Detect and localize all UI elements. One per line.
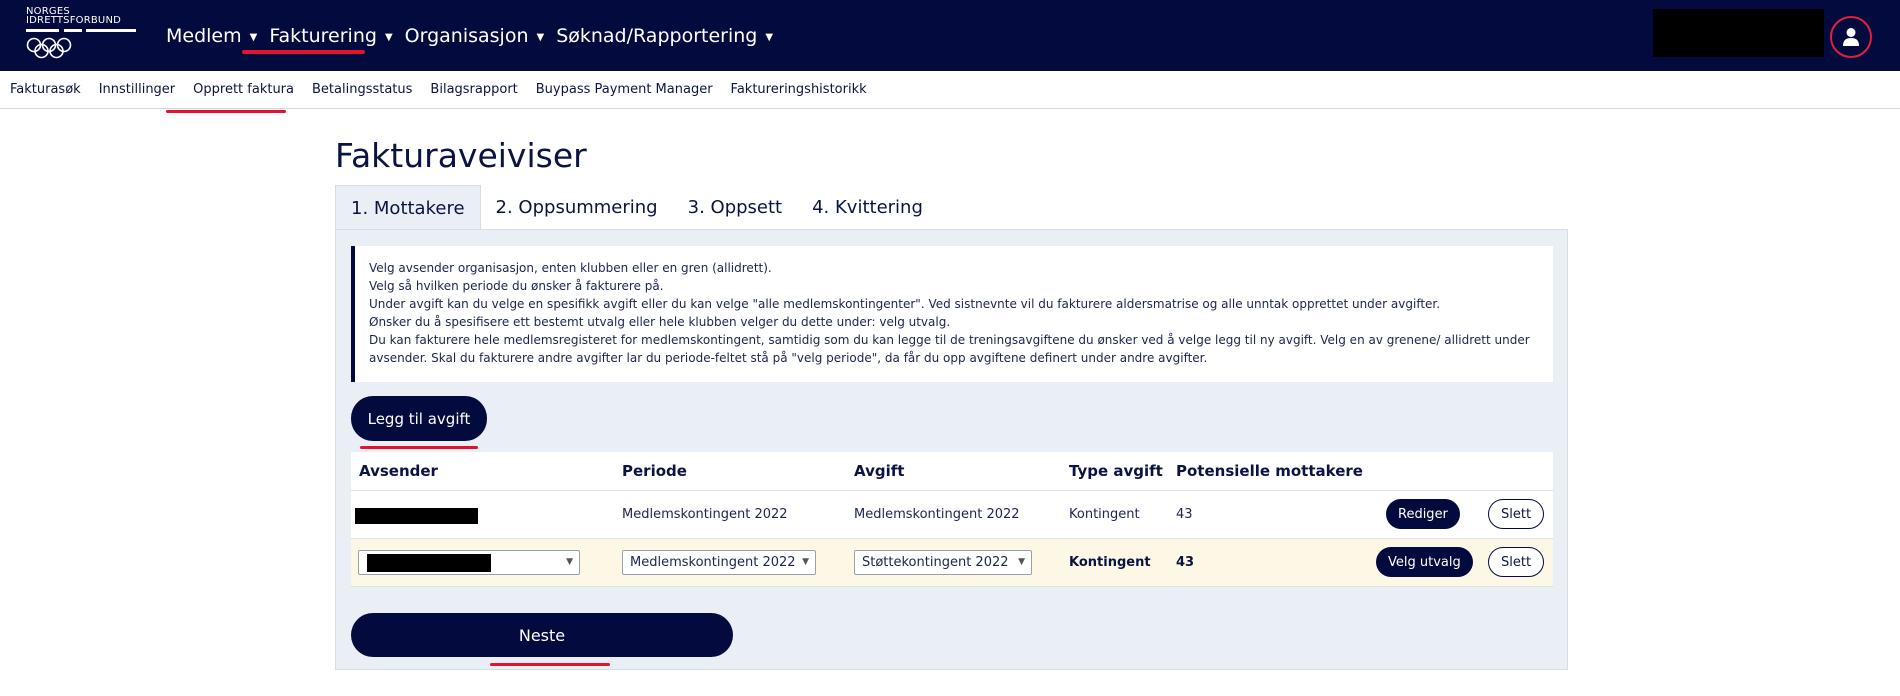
col-avgift: Avgift [854, 462, 905, 480]
logo-line-2: IDRETTSFORBUND [26, 15, 122, 26]
table-row: Medlemskontingent 2022 Medlemskontingent… [351, 491, 1553, 539]
annotation-underline-opprett-faktura [166, 110, 286, 113]
info-line: Du kan fakturere hele medlemsregisteret … [369, 333, 1530, 347]
wizard-panel: Velg avsender organisasjon, enten klubbe… [335, 229, 1568, 670]
caret-down-icon: ▼ [384, 31, 393, 43]
redacted-avsender-value [367, 554, 491, 572]
page-title: Fakturaveiviser [335, 136, 587, 175]
caret-down-icon: ▼ [249, 31, 258, 43]
avgift-select[interactable]: Støttekontingent 2022 ▼ [854, 550, 1032, 575]
subnav-betalingsstatus[interactable]: Betalingsstatus [312, 82, 412, 97]
table-row: F ▼ Medlemskontingent 2022 ▼ Støttekonti… [351, 539, 1553, 587]
subnav-fakturasok[interactable]: Fakturasøk [10, 82, 81, 97]
sub-nav: Fakturasøk Innstillinger Opprett faktura… [0, 71, 1900, 109]
tab-oppsummering[interactable]: 2. Oppsummering [481, 185, 673, 230]
select-selection-button[interactable]: Velg utvalg [1376, 547, 1473, 577]
row2-type: Kontingent [1069, 555, 1151, 570]
user-avatar-button[interactable] [1830, 16, 1872, 58]
chevron-down-icon: ▼ [802, 557, 809, 567]
col-periode: Periode [622, 462, 687, 480]
redacted-avsender [355, 508, 478, 524]
col-potensielle-mottakere: Potensielle mottakere [1176, 462, 1363, 480]
info-line: Under avgift kan du velge en spesifikk a… [369, 297, 1441, 311]
nav-soknad-label: Søknad/Rapportering [556, 24, 758, 47]
nav-soknad-rapportering[interactable]: Søknad/Rapportering ▼ [556, 0, 773, 71]
nav-medlem-label: Medlem [166, 24, 242, 47]
tab-oppsett[interactable]: 3. Oppsett [673, 185, 797, 230]
wizard-tabs: 1. Mottakere 2. Oppsummering 3. Oppsett … [335, 185, 938, 230]
periode-select[interactable]: Medlemskontingent 2022 ▼ [622, 550, 816, 575]
fee-table: Avsender Periode Avgift Type avgift Pote… [351, 452, 1553, 587]
annotation-underline-next [490, 663, 610, 666]
info-line: avsender. Skal du fakturere andre avgift… [369, 351, 1208, 365]
annotation-underline-add-fee [360, 446, 478, 449]
olympic-rings-icon [26, 37, 72, 59]
tab-mottakere[interactable]: 1. Mottakere [335, 185, 481, 230]
subnav-innstillinger[interactable]: Innstillinger [99, 82, 175, 97]
info-line: Ønsker du å spesifisere ett bestemt utva… [369, 315, 951, 329]
annotation-underline-fakturering [242, 50, 365, 54]
caret-down-icon: ▼ [536, 31, 545, 43]
info-box: Velg avsender organisasjon, enten klubbe… [351, 246, 1553, 382]
periode-select-value: Medlemskontingent 2022 [630, 555, 796, 570]
edit-button[interactable]: Rediger [1386, 499, 1460, 529]
info-line: Velg så hvilken periode du ønsker å fakt… [369, 279, 664, 293]
subnav-bilagsrapport[interactable]: Bilagsrapport [430, 82, 517, 97]
row1-avgift: Medlemskontingent 2022 [854, 507, 1020, 522]
redacted-user-name [1653, 9, 1824, 57]
add-fee-button[interactable]: Legg til avgift [351, 396, 487, 441]
top-navbar: NORGES IDRETTSFORBUND Medlem ▼ Faktureri… [0, 0, 1900, 71]
nav-fakturering[interactable]: Fakturering ▼ [269, 0, 392, 71]
user-icon [1843, 28, 1859, 46]
nav-organisasjon[interactable]: Organisasjon ▼ [405, 0, 545, 71]
avgift-select-value: Støttekontingent 2022 [862, 555, 1009, 570]
table-header: Avsender Periode Avgift Type avgift Pote… [351, 452, 1553, 491]
nav-fakturering-label: Fakturering [269, 24, 377, 47]
chevron-down-icon: ▼ [1018, 557, 1025, 567]
subnav-opprett-faktura[interactable]: Opprett faktura [193, 82, 294, 97]
main-nav: Medlem ▼ Fakturering ▼ Organisasjon ▼ Sø… [166, 0, 785, 71]
info-line: Velg avsender organisasjon, enten klubbe… [369, 261, 772, 275]
row2-mottakere: 43 [1176, 555, 1195, 570]
nif-logo[interactable]: NORGES IDRETTSFORBUND [26, 7, 136, 63]
next-button[interactable]: Neste [351, 613, 733, 657]
nav-organisasjon-label: Organisasjon [404, 24, 529, 47]
row1-periode: Medlemskontingent 2022 [622, 507, 788, 522]
col-avsender: Avsender [359, 462, 438, 480]
tab-kvittering[interactable]: 4. Kvittering [797, 185, 938, 230]
delete-button[interactable]: Slett [1488, 499, 1545, 529]
delete-button[interactable]: Slett [1488, 547, 1545, 577]
subnav-faktureringshistorikk[interactable]: Faktureringshistorikk [731, 82, 867, 97]
chevron-down-icon: ▼ [566, 557, 573, 567]
subnav-buypass[interactable]: Buypass Payment Manager [536, 82, 713, 97]
col-type-avgift: Type avgift [1069, 462, 1163, 480]
row1-type: Kontingent [1069, 507, 1140, 522]
caret-down-icon: ▼ [765, 31, 774, 43]
row1-mottakere: 43 [1176, 507, 1193, 522]
nav-medlem[interactable]: Medlem ▼ [166, 0, 257, 71]
